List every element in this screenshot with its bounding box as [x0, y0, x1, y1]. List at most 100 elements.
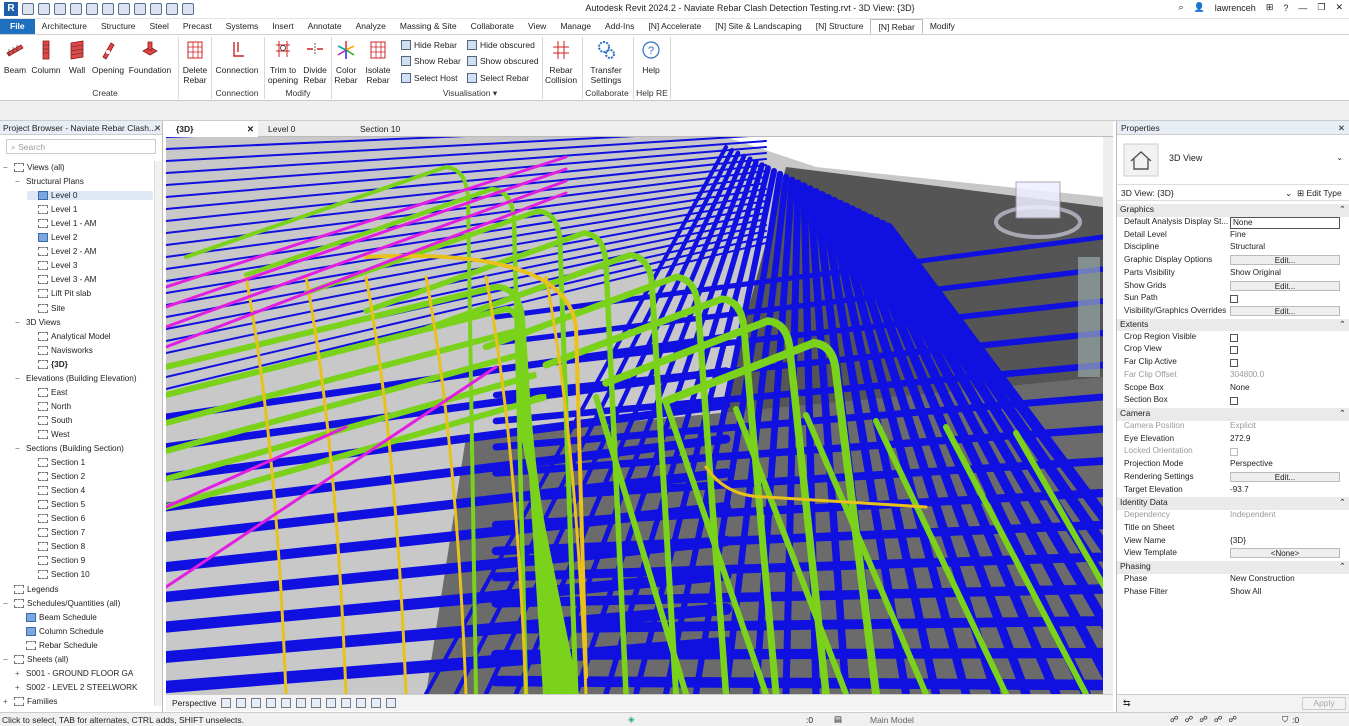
- property-checkbox[interactable]: [1230, 346, 1238, 355]
- browser-node[interactable]: West: [27, 429, 153, 439]
- browser-node[interactable]: Section 10: [27, 570, 153, 580]
- group-visualisation[interactable]: Visualisation ▾: [400, 88, 540, 99]
- view-tab[interactable]: Level 0: [258, 121, 350, 137]
- browser-node[interactable]: Navisworks: [27, 345, 153, 355]
- home-3d-icon[interactable]: [150, 3, 162, 15]
- render-icon[interactable]: [281, 698, 292, 708]
- edit-type-button[interactable]: ⊞ Edit Type: [1297, 188, 1342, 199]
- instance-selector[interactable]: 3D View: {3D} ⌄ ⊞ Edit Type: [1117, 185, 1349, 201]
- wall-button[interactable]: Wall: [65, 39, 89, 75]
- collapse-group-icon[interactable]: ⌃: [1339, 204, 1346, 215]
- property-edit-button[interactable]: <None>: [1230, 548, 1340, 559]
- opening-button[interactable]: Opening: [91, 39, 125, 75]
- property-value[interactable]: Edit...: [1230, 280, 1342, 294]
- browser-node[interactable]: Section 9: [27, 556, 153, 566]
- browser-node[interactable]: − Schedules/Quantities (all): [3, 598, 153, 608]
- property-value[interactable]: [1230, 395, 1342, 408]
- browser-node[interactable]: Level 1 - AM: [27, 219, 153, 229]
- browser-node[interactable]: Legends: [3, 584, 153, 594]
- beam-button[interactable]: Beam: [3, 39, 27, 75]
- browser-node[interactable]: Section 4: [27, 486, 153, 496]
- browser-scrollbar[interactable]: [154, 161, 162, 706]
- browser-node[interactable]: East: [27, 387, 153, 397]
- binoculars-icon[interactable]: ⌕: [1179, 2, 1184, 13]
- browser-node[interactable]: Section 2: [27, 472, 153, 482]
- browser-node[interactable]: Beam Schedule: [15, 612, 153, 622]
- property-value[interactable]: Edit...: [1230, 255, 1342, 268]
- browser-node[interactable]: Column Schedule: [15, 626, 153, 636]
- rebar-3d-scene[interactable]: [166, 137, 1103, 694]
- tab-view[interactable]: View: [521, 19, 553, 34]
- property-value[interactable]: [1230, 357, 1342, 370]
- tab-structure[interactable]: Structure: [94, 19, 143, 34]
- tab-n-site-landscaping[interactable]: [N] Site & Landscaping: [708, 19, 808, 34]
- trim-to-opening-button[interactable]: Trim to opening: [266, 39, 300, 85]
- tab-n-rebar[interactable]: [N] Rebar: [870, 19, 923, 34]
- property-value[interactable]: [1230, 332, 1342, 345]
- worksharing-icon[interactable]: ◈: [628, 714, 635, 725]
- collapse-group-icon[interactable]: ⌃: [1339, 561, 1346, 572]
- property-value[interactable]: Structural: [1230, 242, 1342, 255]
- property-group-header[interactable]: Identity Data ⌃: [1117, 497, 1349, 510]
- collapse-icon[interactable]: −: [3, 599, 11, 608]
- browser-node[interactable]: Level 3: [27, 261, 153, 271]
- browser-node[interactable]: Section 1: [27, 458, 153, 468]
- restore-button[interactable]: ❐: [1317, 2, 1325, 13]
- filter-icon[interactable]: ⛉: [1282, 714, 1288, 725]
- tab-manage[interactable]: Manage: [553, 19, 598, 34]
- browser-node[interactable]: − Structural Plans: [15, 177, 153, 186]
- select-host-button[interactable]: Select Host: [401, 73, 457, 83]
- property-group-header[interactable]: Camera ⌃: [1117, 408, 1349, 421]
- browser-node[interactable]: + S001 - GROUND FLOOR GA: [15, 669, 153, 678]
- hide-rebar-button[interactable]: Hide Rebar: [401, 40, 457, 50]
- collapse-group-icon[interactable]: ⌃: [1339, 408, 1346, 419]
- tab-modify[interactable]: Modify: [923, 19, 962, 34]
- collapse-icon[interactable]: −: [15, 177, 23, 186]
- browser-node[interactable]: {3D}: [27, 359, 153, 369]
- expand-icon[interactable]: +: [3, 697, 11, 706]
- property-value[interactable]: Edit...: [1230, 306, 1342, 319]
- browser-node[interactable]: − Elevations (Building Elevation): [15, 374, 153, 383]
- tab-n-accelerate[interactable]: [N] Accelerate: [641, 19, 708, 34]
- property-value[interactable]: {3D}: [1230, 536, 1342, 549]
- browser-node[interactable]: + Families: [3, 696, 153, 706]
- cart-icon[interactable]: ⊞: [1266, 2, 1274, 13]
- shadows-icon[interactable]: [266, 698, 277, 708]
- property-value[interactable]: Show Original: [1230, 268, 1342, 281]
- property-value[interactable]: Perspective: [1230, 459, 1342, 472]
- property-value[interactable]: [1230, 293, 1342, 306]
- browser-node[interactable]: Level 0: [27, 191, 153, 201]
- close-button[interactable]: ✕: [1335, 2, 1343, 13]
- tab-architecture[interactable]: Architecture: [35, 19, 94, 34]
- property-value[interactable]: -93.7: [1230, 485, 1342, 498]
- browser-search-input[interactable]: ⌕ Search: [6, 139, 156, 154]
- highlight-icon[interactable]: [386, 698, 397, 708]
- view-tab[interactable]: {3D} ✕: [166, 121, 258, 137]
- collapse-icon[interactable]: −: [15, 374, 23, 383]
- browser-node[interactable]: Lift Pit slab: [27, 289, 153, 299]
- viewport-scrollbar[interactable]: [1103, 137, 1113, 694]
- property-group-header[interactable]: Graphics ⌃: [1117, 204, 1349, 217]
- switch-windows-icon[interactable]: [182, 3, 194, 15]
- close-icon[interactable]: ✕: [1338, 123, 1345, 134]
- property-edit-button[interactable]: Edit...: [1230, 471, 1340, 482]
- property-value[interactable]: New Construction: [1230, 574, 1342, 587]
- connection-button[interactable]: Connection: [213, 39, 261, 75]
- visual-style-icon[interactable]: [236, 698, 247, 708]
- collapse-icon[interactable]: −: [15, 444, 23, 453]
- property-value[interactable]: Show All: [1230, 587, 1342, 600]
- property-value[interactable]: Fine: [1230, 230, 1342, 243]
- collapse-icon[interactable]: −: [3, 163, 11, 172]
- help-icon[interactable]: ?: [1283, 3, 1288, 13]
- property-group-header[interactable]: Extents ⌃: [1117, 318, 1349, 332]
- tab-precast[interactable]: Precast: [176, 19, 219, 34]
- tab-systems[interactable]: Systems: [219, 19, 266, 34]
- browser-node[interactable]: Level 3 - AM: [27, 275, 153, 285]
- property-value[interactable]: Edit...: [1230, 471, 1342, 485]
- expand-icon[interactable]: +: [15, 683, 23, 692]
- design-options-icon[interactable]: ▤: [834, 714, 842, 725]
- show-crop-icon[interactable]: [311, 698, 322, 708]
- property-value[interactable]: 272.9: [1230, 434, 1342, 447]
- crop-icon[interactable]: [296, 698, 307, 708]
- minimize-button[interactable]: —: [1298, 3, 1307, 13]
